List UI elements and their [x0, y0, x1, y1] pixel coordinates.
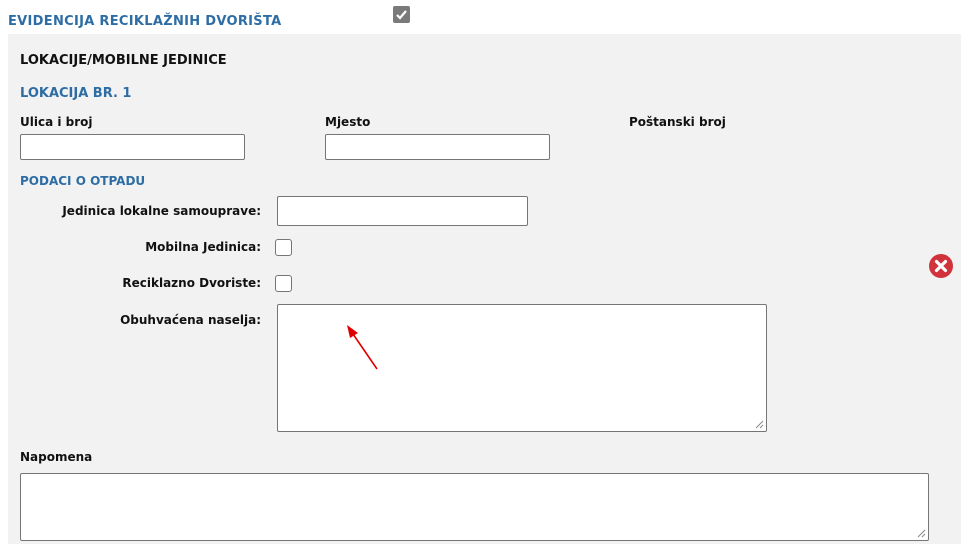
place-input[interactable] [325, 134, 550, 160]
local-gov-input[interactable] [277, 196, 528, 226]
header-title: EVIDENCIJA RECIKLAŽNIH DVORIŠTA [8, 14, 282, 29]
mobile-unit-label: Mobilna Jedinica: [145, 240, 261, 254]
recycling-yard-label: Reciklazno Dvoriste: [122, 276, 261, 290]
postal-label: Poštanski broj [629, 115, 726, 129]
local-gov-label: Jedinica lokalne samouprave: [62, 204, 261, 218]
street-label: Ulica i broj [20, 115, 93, 129]
place-label: Mjesto [325, 115, 371, 129]
close-icon [934, 259, 948, 273]
recycling-yard-checkbox[interactable] [275, 275, 292, 292]
section-title: LOKACIJE/MOBILNE JEDINICE [20, 53, 227, 68]
settlements-textarea[interactable] [277, 304, 767, 432]
checkmark-icon [396, 10, 407, 20]
note-textarea[interactable] [20, 473, 929, 541]
locations-panel: LOKACIJE/MOBILNE JEDINICE LOKACIJA BR. 1… [8, 34, 961, 544]
street-input[interactable] [20, 134, 245, 160]
resize-grip-icon[interactable] [917, 529, 926, 538]
remove-location-icon[interactable] [929, 254, 953, 278]
note-label: Napomena [20, 450, 93, 464]
waste-section-title: PODACI O OTPADU [20, 174, 146, 188]
resize-grip-icon[interactable] [755, 420, 764, 429]
enable-checkbox[interactable] [393, 6, 410, 23]
settlements-label: Obuhvaćena naselja: [120, 313, 261, 327]
form-header: EVIDENCIJA RECIKLAŽNIH DVORIŠTA [8, 0, 969, 34]
location-title: LOKACIJA BR. 1 [20, 86, 132, 101]
mobile-unit-checkbox[interactable] [275, 239, 292, 256]
